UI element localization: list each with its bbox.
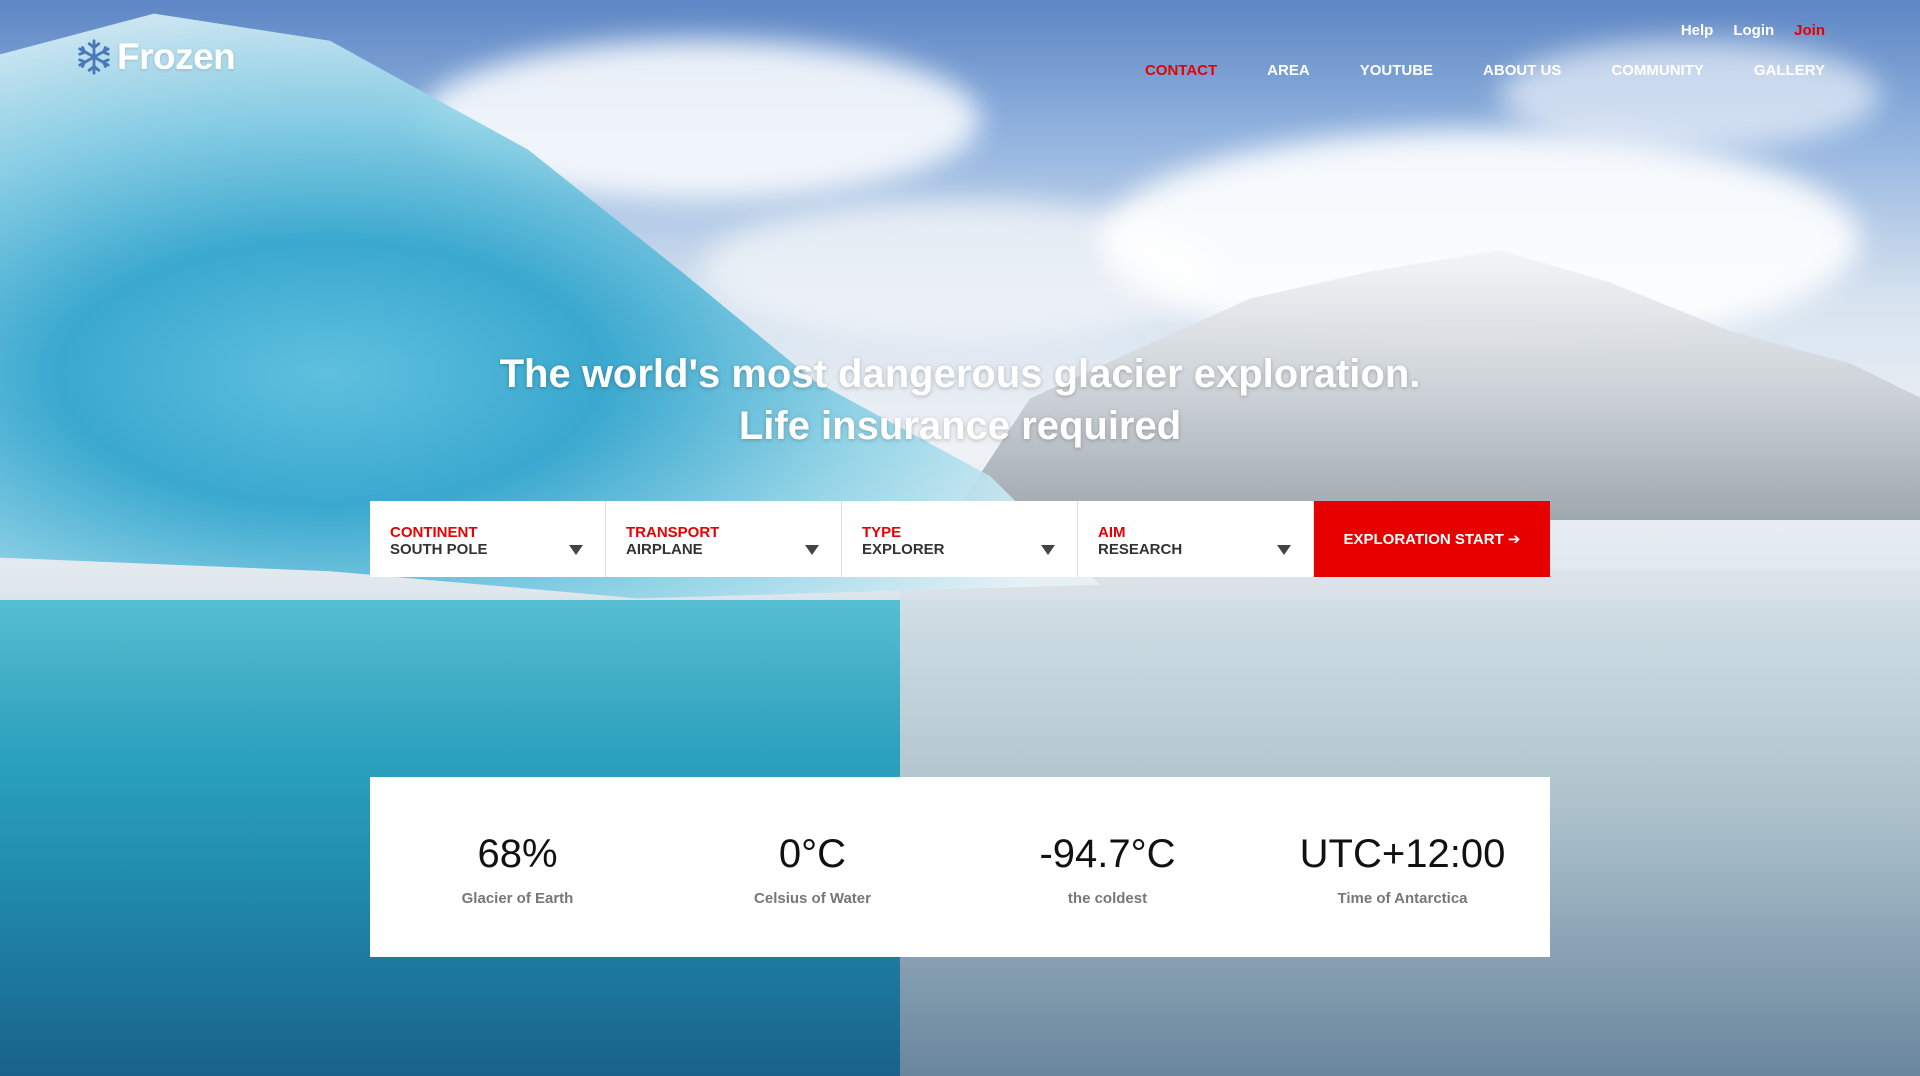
dropdown-arrow-icon bbox=[569, 545, 583, 555]
field-label: TYPE bbox=[862, 524, 902, 541]
help-link[interactable]: Help bbox=[1681, 22, 1714, 39]
stat-item: -94.7°C the coldest bbox=[960, 777, 1255, 957]
stat-caption: Glacier of Earth bbox=[461, 890, 574, 907]
dropdown-arrow-icon bbox=[1041, 545, 1055, 555]
main-nav: CONTACT AREA YOUTUBE ABOUT US COMMUNITY … bbox=[1145, 62, 1825, 79]
stats-panel: 68% Glacier of Earth 0°C Celsius of Wate… bbox=[370, 777, 1550, 957]
hero-headline: The world's most dangerous glacier explo… bbox=[0, 348, 1920, 452]
headline-line-1: The world's most dangerous glacier explo… bbox=[499, 352, 1421, 396]
hero-background: Frozen Help Login Join CONTACT AREA YOUT… bbox=[0, 0, 1920, 1076]
field-label: CONTINENT bbox=[390, 524, 478, 541]
field-label: AIM bbox=[1098, 524, 1126, 541]
dropdown-arrow-icon bbox=[805, 545, 819, 555]
stat-caption: Celsius of Water bbox=[754, 890, 871, 907]
type-select[interactable]: TYPE EXPLORER bbox=[842, 501, 1078, 577]
nav-item-about-us[interactable]: ABOUT US bbox=[1483, 62, 1561, 79]
nav-item-youtube[interactable]: YOUTUBE bbox=[1360, 62, 1433, 79]
stat-value: UTC+12:00 bbox=[1299, 832, 1506, 876]
field-label: TRANSPORT bbox=[626, 524, 720, 541]
dropdown-arrow-icon bbox=[1277, 545, 1291, 555]
nav-item-area[interactable]: AREA bbox=[1267, 62, 1310, 79]
join-link[interactable]: Join bbox=[1794, 22, 1825, 39]
stat-value: 68% bbox=[477, 832, 558, 876]
continent-select[interactable]: CONTINENT SOUTH POLE bbox=[370, 501, 606, 577]
stat-item: 0°C Celsius of Water bbox=[665, 777, 960, 957]
snowflake-icon bbox=[78, 39, 110, 75]
login-link[interactable]: Login bbox=[1733, 22, 1774, 39]
aim-select[interactable]: AIM RESEARCH bbox=[1078, 501, 1314, 577]
exploration-search-bar: CONTINENT SOUTH POLE TRANSPORT AIRPLANE … bbox=[370, 501, 1550, 577]
stat-value: 0°C bbox=[778, 832, 847, 876]
utility-links: Help Login Join bbox=[1681, 22, 1825, 39]
stat-item: UTC+12:00 Time of Antarctica bbox=[1255, 777, 1550, 957]
nav-item-gallery[interactable]: GALLERY bbox=[1754, 62, 1825, 79]
transport-select[interactable]: TRANSPORT AIRPLANE bbox=[606, 501, 842, 577]
brand-logo[interactable]: Frozen bbox=[75, 36, 236, 78]
brand-name: Frozen bbox=[117, 36, 236, 77]
cloud bbox=[1500, 40, 1880, 150]
stat-value: -94.7°C bbox=[1039, 832, 1176, 876]
nav-item-community[interactable]: COMMUNITY bbox=[1611, 62, 1704, 79]
headline-line-2: Life insurance required bbox=[738, 404, 1182, 448]
stat-item: 68% Glacier of Earth bbox=[370, 777, 665, 957]
stat-caption: Time of Antarctica bbox=[1337, 890, 1468, 907]
nav-item-contact[interactable]: CONTACT bbox=[1145, 62, 1217, 79]
exploration-start-button[interactable]: EXPLORATION START ➔ bbox=[1314, 501, 1550, 577]
stat-caption: the coldest bbox=[1067, 890, 1148, 907]
